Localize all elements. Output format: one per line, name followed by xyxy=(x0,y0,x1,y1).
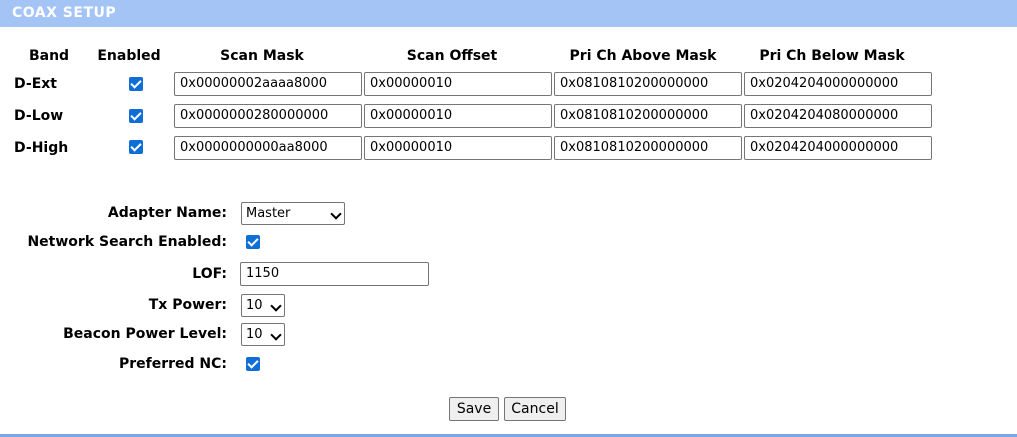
network-search-label: Network Search Enabled: xyxy=(27,234,227,250)
header-enabled: Enabled xyxy=(97,48,161,64)
adapter-name-label: Adapter Name: xyxy=(107,205,227,221)
scan-offset-input[interactable]: 0x00000010 xyxy=(364,104,552,128)
band-enabled-checkbox[interactable] xyxy=(129,77,143,91)
save-button[interactable]: Save xyxy=(449,397,499,421)
adapter-name-select[interactable]: Master xyxy=(241,202,345,225)
pri-above-input[interactable]: 0x0810810200000000 xyxy=(554,104,742,128)
preferred-nc-label: Preferred NC: xyxy=(118,356,227,372)
scan-mask-input[interactable]: 0x0000000000aa8000 xyxy=(174,136,362,160)
header-scan-offset: Scan Offset xyxy=(406,48,498,64)
lof-label: LOF: xyxy=(192,266,227,282)
scan-offset-input[interactable]: 0x00000010 xyxy=(364,72,552,96)
section-title: COAX SETUP xyxy=(0,0,1017,27)
pri-below-input[interactable]: 0x0204204080000000 xyxy=(744,104,932,128)
band-enabled-checkbox[interactable] xyxy=(129,140,143,154)
band-label: D-High xyxy=(14,140,69,156)
beacon-power-select[interactable]: 10 xyxy=(241,323,285,346)
header-pri-above: Pri Ch Above Mask xyxy=(569,48,717,64)
pri-above-input[interactable]: 0x0810810200000000 xyxy=(554,72,742,96)
tx-power-select[interactable]: 10 xyxy=(241,294,285,317)
pri-below-input[interactable]: 0x0204204000000000 xyxy=(744,72,932,96)
lof-input[interactable]: 1150 xyxy=(240,262,429,286)
header-scan-mask: Scan Mask xyxy=(220,48,304,64)
header-pri-below: Pri Ch Below Mask xyxy=(759,48,905,64)
beacon-power-label: Beacon Power Level: xyxy=(63,326,227,342)
chevron-down-icon xyxy=(270,329,282,341)
chevron-down-icon xyxy=(330,208,342,220)
band-label: D-Low xyxy=(14,108,64,124)
pri-below-input[interactable]: 0x0204204000000000 xyxy=(744,136,932,160)
band-enabled-checkbox[interactable] xyxy=(129,109,143,123)
cancel-button[interactable]: Cancel xyxy=(504,397,566,421)
band-label: D-Ext xyxy=(14,76,57,92)
network-search-checkbox[interactable] xyxy=(246,235,260,249)
scan-offset-input[interactable]: 0x00000010 xyxy=(364,136,552,160)
scan-mask-input[interactable]: 0x0000000280000000 xyxy=(174,104,362,128)
tx-power-label: Tx Power: xyxy=(148,297,227,313)
tx-power-value: 10 xyxy=(246,298,263,313)
scan-mask-input[interactable]: 0x00000002aaaa8000 xyxy=(174,72,362,96)
pri-above-input[interactable]: 0x0810810200000000 xyxy=(554,136,742,160)
preferred-nc-checkbox[interactable] xyxy=(246,357,260,371)
beacon-power-value: 10 xyxy=(246,327,263,342)
chevron-down-icon xyxy=(270,300,282,312)
header-band: Band xyxy=(28,48,70,64)
adapter-name-value: Master xyxy=(246,206,291,221)
